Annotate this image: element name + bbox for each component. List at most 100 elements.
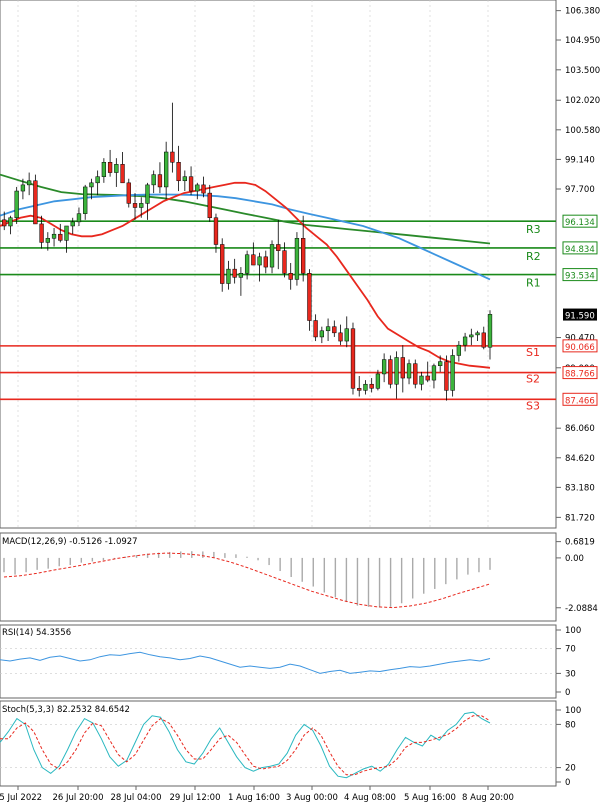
price-panel: R3 R2 R1 S1 S2 S3 [0,0,557,529]
candle-up [325,326,331,332]
candle-up [139,203,144,208]
candle-up [95,176,100,184]
candle-down [251,254,256,266]
current-price-label: 91.590 [565,312,595,322]
time-tick-label: 25 Jul 2022 [0,793,42,803]
candle-down [220,244,225,284]
candle-up [257,256,262,266]
time-tick-label: 28 Jul 04:00 [111,793,162,803]
candle-down [338,332,343,342]
time-tick-label: 1 Aug 16:00 [228,793,280,803]
candle-up [114,164,119,173]
candle-up [45,238,50,243]
candle-up [394,357,399,385]
stoch-tick-label: 100 [565,706,581,716]
price-tick-label: 104.950 [565,36,600,46]
candle-up [20,184,26,192]
price-axis: 106.380 104.950 103.500 102.020 100.580 99.14… [556,7,600,523]
candle-down [388,359,393,385]
candle-up [89,182,94,188]
level-price-label: 87.466 [565,396,595,406]
candle-down [188,176,194,192]
rsi-tick-label: 70 [565,645,576,655]
stoch-panel: Stoch(5,3,3) 82.2532 84.6542 [0,700,557,787]
rsi-tick-label: 30 [565,669,576,679]
candle-up [14,190,19,219]
price-tick-label: 83.180 [565,483,595,493]
level-label-r3: R3 [526,223,541,236]
stoch-tick-label: 0 [565,778,570,788]
candle-up [419,375,424,385]
rsi-tick-label: 100 [565,626,581,636]
macd-axis: 0.6819 0.00 -2.0884 [556,538,598,614]
candle-up [469,334,474,338]
candle-down [58,233,63,241]
candle-up [238,272,244,278]
candle-down [400,357,405,379]
candle-down [120,164,125,184]
candle-down [207,192,212,219]
candle-up [145,184,150,204]
candle-up [456,344,462,356]
stoch-tick-label: 20 [565,764,576,774]
candle-up [438,361,443,366]
candle-down [481,332,486,348]
candle-up [26,180,32,186]
candle-down [126,182,131,204]
candle-down [39,223,44,243]
rsi-axis: 100 70 30 0 [556,626,581,698]
macd-tick-label: -2.0884 [565,604,598,614]
price-tick-label: 84.620 [565,454,595,464]
candle-up [319,330,324,338]
candle-down [157,174,163,188]
candle-down [170,151,175,163]
price-tick-label: 81.720 [565,513,595,523]
candle-up [487,314,493,348]
level-price-label: 94.834 [565,245,595,255]
candle-down [350,328,356,389]
candle-up [363,383,368,391]
candle-up [76,213,82,223]
time-tick-label: 8 Aug 20:00 [462,793,514,803]
candle-down [132,203,138,208]
candle-up [294,238,300,280]
candle-down [276,244,281,251]
candle-up [381,359,387,375]
candle-down [282,250,287,274]
candle-down [176,162,181,182]
candle-down [288,272,293,280]
candle-up [431,365,437,381]
stoch-tick-label: 80 [565,720,576,730]
candle-up [70,221,75,227]
candle-up [269,244,275,268]
candle-down [232,268,237,278]
candle-up [195,184,200,192]
rsi-tick-label: 0 [565,688,570,698]
price-tick-label: 106.380 [565,7,600,17]
price-tick-label: 99.140 [565,155,595,165]
price-tick-label: 102.020 [565,96,600,106]
candle-down [307,272,312,321]
candle-up [8,217,13,227]
candle-up [475,332,480,336]
price-tick-label: 100.580 [565,126,600,136]
candle-down [263,256,268,268]
level-label-s3: S3 [526,399,540,412]
candle-down [444,361,449,391]
level-price-label: 93.534 [565,272,595,282]
candle-up [450,355,455,391]
level-price-label: 88.766 [565,370,595,380]
candle-up [51,233,57,239]
candle-down [2,219,7,227]
rsi-panel-frame [0,624,557,699]
candle-up [244,254,250,274]
candle-down [413,363,418,385]
candle-down [33,180,38,225]
stoch-title: Stoch(5,3,3) 82.2532 84.6542 [2,705,130,715]
candle-up [375,373,381,389]
price-tick-label: 103.500 [565,66,600,76]
macd-panel: MACD(12,26,9) -0.5126 -1.0927 [0,532,557,622]
rsi-panel: RSI(14) 54.3556 [0,624,557,699]
stoch-axis: 100 80 20 0 [556,706,581,788]
candle-up [83,186,88,214]
